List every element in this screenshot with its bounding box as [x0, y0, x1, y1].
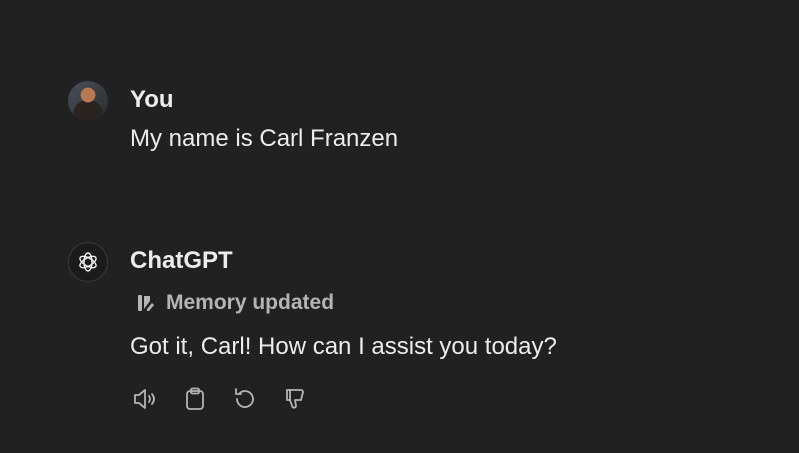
assistant-author-name: ChatGPT: [130, 247, 233, 274]
copy-button[interactable]: [181, 385, 209, 413]
user-message: You My name is Carl Franzen: [68, 81, 398, 155]
memory-updated-label: Memory updated: [166, 291, 335, 314]
user-avatar[interactable]: [68, 81, 108, 121]
user-message-content: You My name is Carl Franzen: [130, 81, 398, 155]
read-aloud-button[interactable]: [131, 385, 159, 413]
chatgpt-avatar: [68, 242, 108, 282]
clipboard-icon: [186, 387, 204, 410]
user-message-text: My name is Carl Franzen: [130, 125, 399, 152]
user-author-name: You: [130, 86, 174, 113]
message-actions: [131, 385, 557, 413]
memory-updated-notice[interactable]: Memory updated: [136, 291, 557, 315]
openai-logo-icon: [79, 252, 97, 272]
speaker-icon: [134, 389, 155, 409]
regenerate-icon: [235, 388, 254, 408]
thumbs-down-icon: [286, 389, 304, 409]
memory-icon: [138, 295, 154, 311]
regenerate-button[interactable]: [231, 385, 259, 413]
bad-response-button[interactable]: [281, 385, 309, 413]
assistant-message-content: ChatGPT Memory updated Got it, Carl! How…: [130, 242, 557, 413]
chat-thread: You My name is Carl Franzen ChatGPT Memo…: [0, 0, 799, 453]
assistant-message: ChatGPT Memory updated Got it, Carl! How…: [68, 242, 557, 413]
assistant-message-text: Got it, Carl! How can I assist you today…: [130, 333, 557, 360]
